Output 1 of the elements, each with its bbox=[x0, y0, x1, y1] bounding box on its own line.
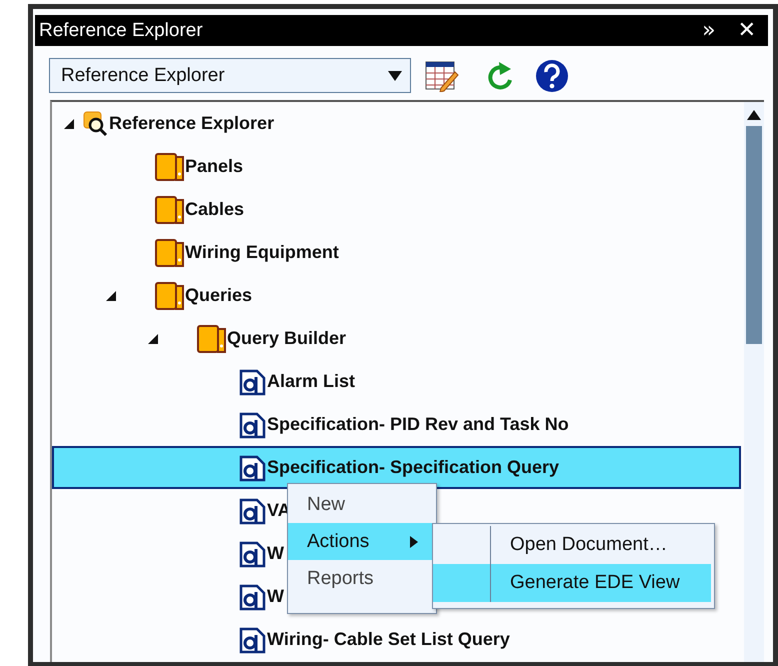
window-title: Reference Explorer bbox=[39, 20, 204, 42]
